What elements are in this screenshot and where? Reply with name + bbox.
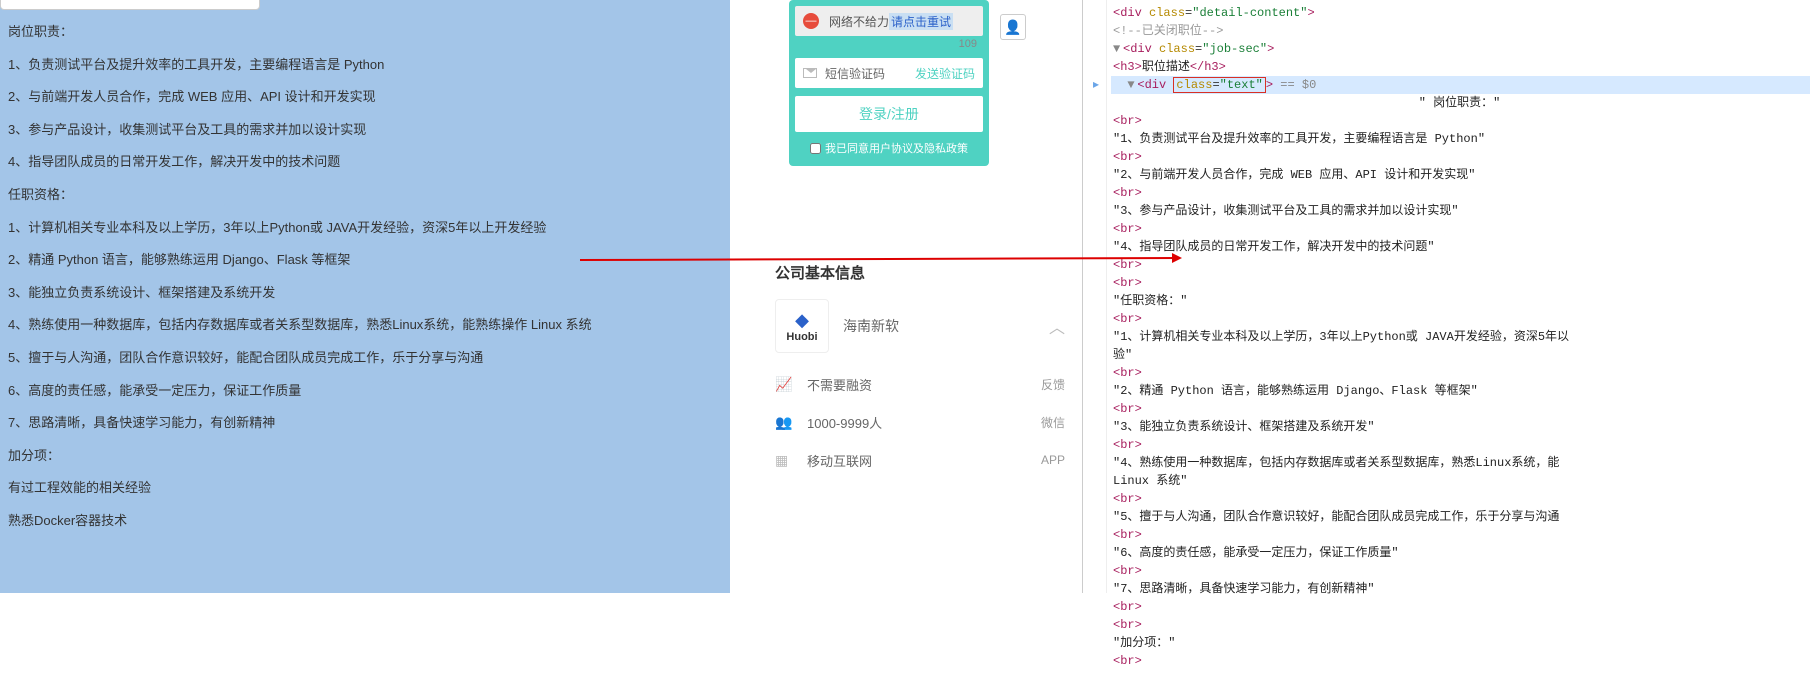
company-name: 海南新软 bbox=[843, 316, 899, 336]
sms-placeholder: 短信验证码 bbox=[825, 65, 885, 82]
char-count: 109 bbox=[959, 38, 977, 50]
agree-checkbox[interactable] bbox=[810, 143, 821, 154]
extra-line: 有过工程效能的相关经验 bbox=[8, 474, 722, 503]
duties-title: 岗位职责： bbox=[8, 18, 722, 47]
info-label: 移动互联网 bbox=[807, 451, 872, 470]
error-row: — 网络不给力 请点击重试 109 bbox=[795, 6, 983, 36]
info-label: 1000-9999人 bbox=[807, 413, 882, 432]
company-header-row[interactable]: ◆ Huobi 海南新软 ︿ bbox=[775, 299, 1075, 353]
extra-title: 加分项： bbox=[8, 442, 722, 471]
grid-icon: ▦ bbox=[775, 452, 793, 469]
people-icon: 👥 bbox=[775, 414, 793, 431]
company-info-row: ▦ 移动互联网 APP bbox=[775, 441, 1075, 479]
error-icon: — bbox=[803, 13, 819, 29]
login-card: — 网络不给力 请点击重试 109 短信验证码 发送验证码 登录/注册 我已同意… bbox=[789, 0, 989, 166]
company-info-row: 📈 不需要融资 反馈 bbox=[775, 365, 1075, 403]
error-text: 网络不给力 bbox=[829, 13, 889, 30]
qual-line: 4、熟练使用一种数据库，包括内存数据库或者关系型数据库，熟悉Linux系统，能熟… bbox=[8, 311, 722, 340]
retry-link[interactable]: 请点击重试 bbox=[889, 13, 953, 30]
side-link-app[interactable]: APP bbox=[1041, 453, 1065, 467]
agree-row[interactable]: 我已同意用户协议及隐私政策 bbox=[795, 140, 983, 160]
duty-line: 2、与前端开发人员合作，完成 WEB 应用、API 设计和开发实现 bbox=[8, 83, 722, 112]
qual-line: 5、擅于与人沟通，团队合作意识较好，能配合团队成员完成工作，乐于分享与沟通 bbox=[8, 344, 722, 373]
qual-line: 3、能独立负责系统设计、框架搭建及系统开发 bbox=[8, 279, 722, 308]
elements-tree[interactable]: <div class="detail-content"> <!--已关闭职位--… bbox=[1083, 0, 1814, 674]
info-label: 不需要融资 bbox=[807, 375, 872, 394]
side-link-feedback[interactable]: 反馈 bbox=[1041, 376, 1065, 393]
qual-line: 1、计算机相关专业本科及以上学历，3年以上Python或 JAVA开发经验，资深… bbox=[8, 214, 722, 243]
duty-line: 1、负责测试平台及提升效率的工具开发，主要编程语言是 Python bbox=[8, 51, 722, 80]
profile-icon[interactable]: 👤 bbox=[1000, 14, 1026, 40]
html-comment: <!--已关闭职位--> bbox=[1113, 24, 1223, 38]
company-info-section: 公司基本信息 ◆ Huobi 海南新软 ︿ 📈 不需要融资 反馈 👥 1000-… bbox=[775, 262, 1075, 479]
company-info-heading: 公司基本信息 bbox=[775, 262, 1075, 283]
agree-text: 我已同意用户协议及隐私政策 bbox=[825, 140, 968, 156]
job-description-panel: 岗位职责： 1、负责测试平台及提升效率的工具开发，主要编程语言是 Python … bbox=[0, 0, 730, 593]
company-logo: ◆ Huobi bbox=[775, 299, 829, 353]
send-code-button[interactable]: 发送验证码 bbox=[915, 65, 975, 82]
chart-icon: 📈 bbox=[775, 376, 793, 393]
selected-node[interactable]: ▸ … ▼<div class="text"> == $0 bbox=[1111, 76, 1810, 94]
logo-text: Huobi bbox=[786, 331, 817, 343]
duty-line: 4、指导团队成员的日常开发工作，解决开发中的技术问题 bbox=[8, 148, 722, 177]
chevron-up-icon[interactable]: ︿ bbox=[1049, 314, 1065, 338]
tab-edge bbox=[0, 0, 260, 10]
company-info-row: 👥 1000-9999人 微信 bbox=[775, 403, 1075, 441]
login-register-button[interactable]: 登录/注册 bbox=[795, 96, 983, 132]
envelope-icon bbox=[803, 68, 817, 78]
duty-line: 3、参与产品设计，收集测试平台及工具的需求并加以设计实现 bbox=[8, 116, 722, 145]
qual-line: 7、思路清晰，具备快速学习能力，有创新精神 bbox=[8, 409, 722, 438]
flame-icon: ◆ bbox=[795, 310, 809, 331]
qual-line: 6、高度的责任感，能承受一定压力，保证工作质量 bbox=[8, 377, 722, 406]
extra-line: 熟悉Docker容器技术 bbox=[8, 507, 722, 536]
sms-input-row[interactable]: 短信验证码 发送验证码 bbox=[795, 58, 983, 88]
side-link-wechat[interactable]: 微信 bbox=[1041, 414, 1065, 431]
qual-title: 任职资格： bbox=[8, 181, 722, 210]
devtools-panel[interactable]: <div class="detail-content"> <!--已关闭职位--… bbox=[1082, 0, 1814, 593]
